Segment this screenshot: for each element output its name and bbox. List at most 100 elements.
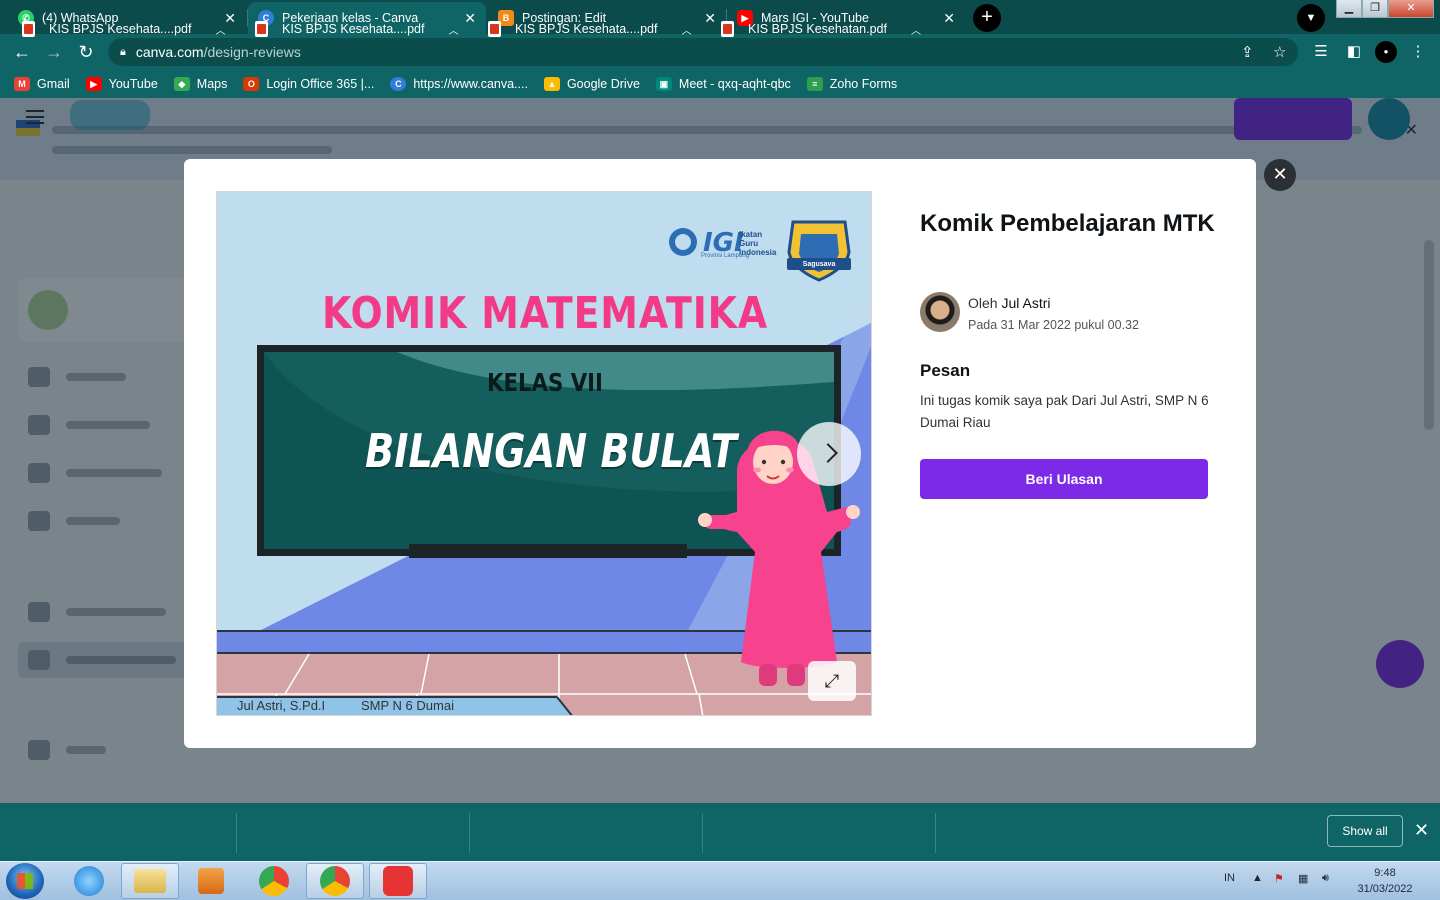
download-filename: KIS BPJS Kesehatan.pdf bbox=[748, 22, 887, 36]
download-filename: KIS BPJS Kesehata....pdf bbox=[515, 22, 658, 36]
chevron-up-icon[interactable]: ︿ bbox=[215, 22, 225, 37]
bookmark-canva[interactable]: Chttps://www.canva.... bbox=[390, 77, 528, 91]
bookmark-office[interactable]: O Login Office 365 |... bbox=[243, 77, 374, 91]
give-review-button[interactable]: Beri Ulasan bbox=[920, 459, 1208, 499]
bookmark-google-drive[interactable]: ▲ Google Drive bbox=[543, 77, 640, 91]
submitted-date: Pada 31 Mar 2022 pukul 00.32 bbox=[968, 318, 1139, 332]
window-close-button[interactable]: ✕ bbox=[1388, 0, 1434, 18]
author-avatar bbox=[920, 292, 960, 332]
chevron-up-icon[interactable]: ︿ bbox=[681, 22, 691, 37]
youtube-icon: ▶ bbox=[85, 77, 102, 91]
system-clock[interactable]: 9:48 31/03/2022 bbox=[1350, 865, 1420, 897]
zoho-icon: ≡ bbox=[806, 77, 823, 91]
taskbar-chrome[interactable] bbox=[245, 863, 303, 899]
author-line: Oleh Jul Astri bbox=[968, 295, 1051, 311]
profile-avatar-icon[interactable]: ● bbox=[1375, 41, 1397, 63]
clock-time: 9:48 bbox=[1374, 867, 1396, 879]
pdf-file-icon bbox=[721, 21, 734, 37]
download-filename: KIS BPJS Kesehata....pdf bbox=[282, 22, 425, 36]
drive-icon: ▲ bbox=[543, 77, 560, 91]
meet-icon: ▣ bbox=[655, 77, 672, 91]
office-icon: O bbox=[243, 77, 260, 91]
tray-expand-icon[interactable]: ▲ bbox=[1252, 872, 1263, 884]
clock-date: 31/03/2022 bbox=[1357, 883, 1413, 895]
fullscreen-button[interactable]: ⤢ bbox=[808, 661, 856, 701]
side-panel-icon[interactable]: ◧ bbox=[1343, 41, 1365, 63]
next-page-button[interactable] bbox=[797, 422, 861, 486]
close-icon[interactable]: ✕ bbox=[224, 10, 236, 27]
comic-school-name: SMP N 6 Dumai bbox=[361, 698, 454, 713]
gmail-icon: M bbox=[14, 77, 30, 91]
bookmark-label: Meet - qxq-aqht-qbc bbox=[678, 77, 791, 91]
action-center-icon[interactable]: ⚑ bbox=[1274, 872, 1284, 885]
design-preview: IGI Ikatan Guru Indonesia Provinsi Lampu… bbox=[216, 191, 872, 716]
download-item[interactable]: KIS BPJS Kesehata....pdf ︿ bbox=[488, 0, 691, 58]
tab-search-button[interactable]: ▼ bbox=[1297, 4, 1325, 32]
screen-recorder-icon bbox=[383, 866, 413, 896]
reading-list-icon[interactable]: ☰ bbox=[1310, 41, 1332, 63]
igi-logo-mark bbox=[669, 228, 697, 256]
downloads-bar bbox=[0, 803, 1440, 861]
minimize-button[interactable]: ▁ bbox=[1336, 0, 1362, 18]
comic-title: KOMIK MATEMATIKA bbox=[322, 288, 768, 339]
taskbar-file-explorer[interactable] bbox=[121, 863, 179, 899]
bookmark-label: Gmail bbox=[37, 77, 70, 91]
expand-icon: ⤢ bbox=[824, 671, 840, 691]
download-filename: KIS BPJS Kesehata....pdf bbox=[49, 22, 192, 36]
bookmark-maps[interactable]: ◆ Maps bbox=[173, 77, 228, 91]
taskbar-chrome-profile[interactable] bbox=[306, 863, 364, 899]
design-title: Komik Pembelajaran MTK bbox=[920, 210, 1215, 237]
pdf-file-icon bbox=[22, 21, 35, 37]
close-icon[interactable]: ✕ bbox=[943, 10, 955, 27]
message-text: Ini tugas komik saya pak Dari Jul Astri,… bbox=[920, 393, 1209, 430]
comic-author-name: Jul Astri, S.Pd.I bbox=[237, 698, 326, 713]
bookmark-zoho-forms[interactable]: ≡ Zoho Forms bbox=[806, 77, 897, 91]
menu-dots-icon[interactable]: ⋮ bbox=[1407, 41, 1429, 63]
new-tab-button[interactable]: + bbox=[973, 4, 1001, 32]
taskbar-screen-recorder[interactable] bbox=[369, 863, 427, 899]
chevron-up-icon[interactable]: ︿ bbox=[448, 22, 458, 37]
download-divider bbox=[469, 813, 470, 853]
input-language[interactable]: IN bbox=[1224, 872, 1235, 884]
modal-close-button[interactable]: ✕ bbox=[1264, 159, 1296, 191]
igi-logo-province: Provinsi Lampung bbox=[701, 253, 750, 259]
close-icon[interactable]: ✕ bbox=[464, 10, 476, 27]
download-item[interactable]: KIS BPJS Kesehata....pdf ︿ bbox=[255, 0, 458, 58]
message-heading: Pesan bbox=[920, 361, 971, 380]
bookmark-label: YouTube bbox=[108, 77, 158, 91]
taskbar-media-player[interactable] bbox=[182, 863, 240, 899]
bookmark-label: Login Office 365 |... bbox=[266, 77, 375, 91]
maps-icon: ◆ bbox=[173, 77, 190, 91]
bookmark-label: https://www.canva.... bbox=[413, 77, 528, 91]
close-icon[interactable]: ✕ bbox=[704, 10, 716, 27]
restore-button[interactable]: ❐ bbox=[1362, 0, 1388, 18]
chrome-icon bbox=[259, 866, 289, 896]
folder-icon bbox=[134, 869, 166, 893]
download-divider bbox=[935, 813, 936, 853]
share-icon[interactable]: ⇪ bbox=[1241, 43, 1254, 61]
chrome-icon bbox=[320, 866, 350, 896]
start-button[interactable] bbox=[6, 863, 44, 899]
bookmark-label: Google Drive bbox=[566, 77, 640, 91]
bookmark-gmail[interactable]: M Gmail bbox=[14, 77, 70, 91]
sagusava-badge-label: Sagusava bbox=[802, 261, 836, 268]
show-all-downloads-button[interactable]: Show all bbox=[1327, 815, 1403, 847]
chevron-up-icon[interactable]: ︿ bbox=[911, 22, 921, 37]
close-icon[interactable]: ✕ bbox=[1414, 820, 1429, 841]
download-item[interactable]: KIS BPJS Kesehatan.pdf ︿ bbox=[721, 0, 921, 58]
taskbar-internet-explorer[interactable] bbox=[60, 863, 118, 899]
bookmark-label: Maps bbox=[196, 77, 228, 91]
star-icon[interactable]: ☆ bbox=[1273, 43, 1286, 61]
bookmark-meet[interactable]: ▣ Meet - qxq-aqht-qbc bbox=[655, 77, 791, 91]
media-player-icon bbox=[198, 868, 224, 894]
canva-icon: C bbox=[390, 77, 407, 91]
pdf-file-icon bbox=[488, 21, 501, 37]
comic-topic: BILANGAN BULAT bbox=[365, 424, 737, 478]
volume-icon[interactable]: 🔊︎ bbox=[1322, 872, 1329, 885]
bookmark-youtube[interactable]: ▶ YouTube bbox=[85, 77, 158, 91]
pdf-file-icon bbox=[255, 21, 268, 37]
download-item[interactable]: KIS BPJS Kesehata....pdf ︿ bbox=[22, 0, 225, 58]
network-icon[interactable]: ▦ bbox=[1298, 872, 1308, 885]
comic-class: KELAS VII bbox=[487, 368, 603, 397]
download-divider bbox=[236, 813, 237, 853]
